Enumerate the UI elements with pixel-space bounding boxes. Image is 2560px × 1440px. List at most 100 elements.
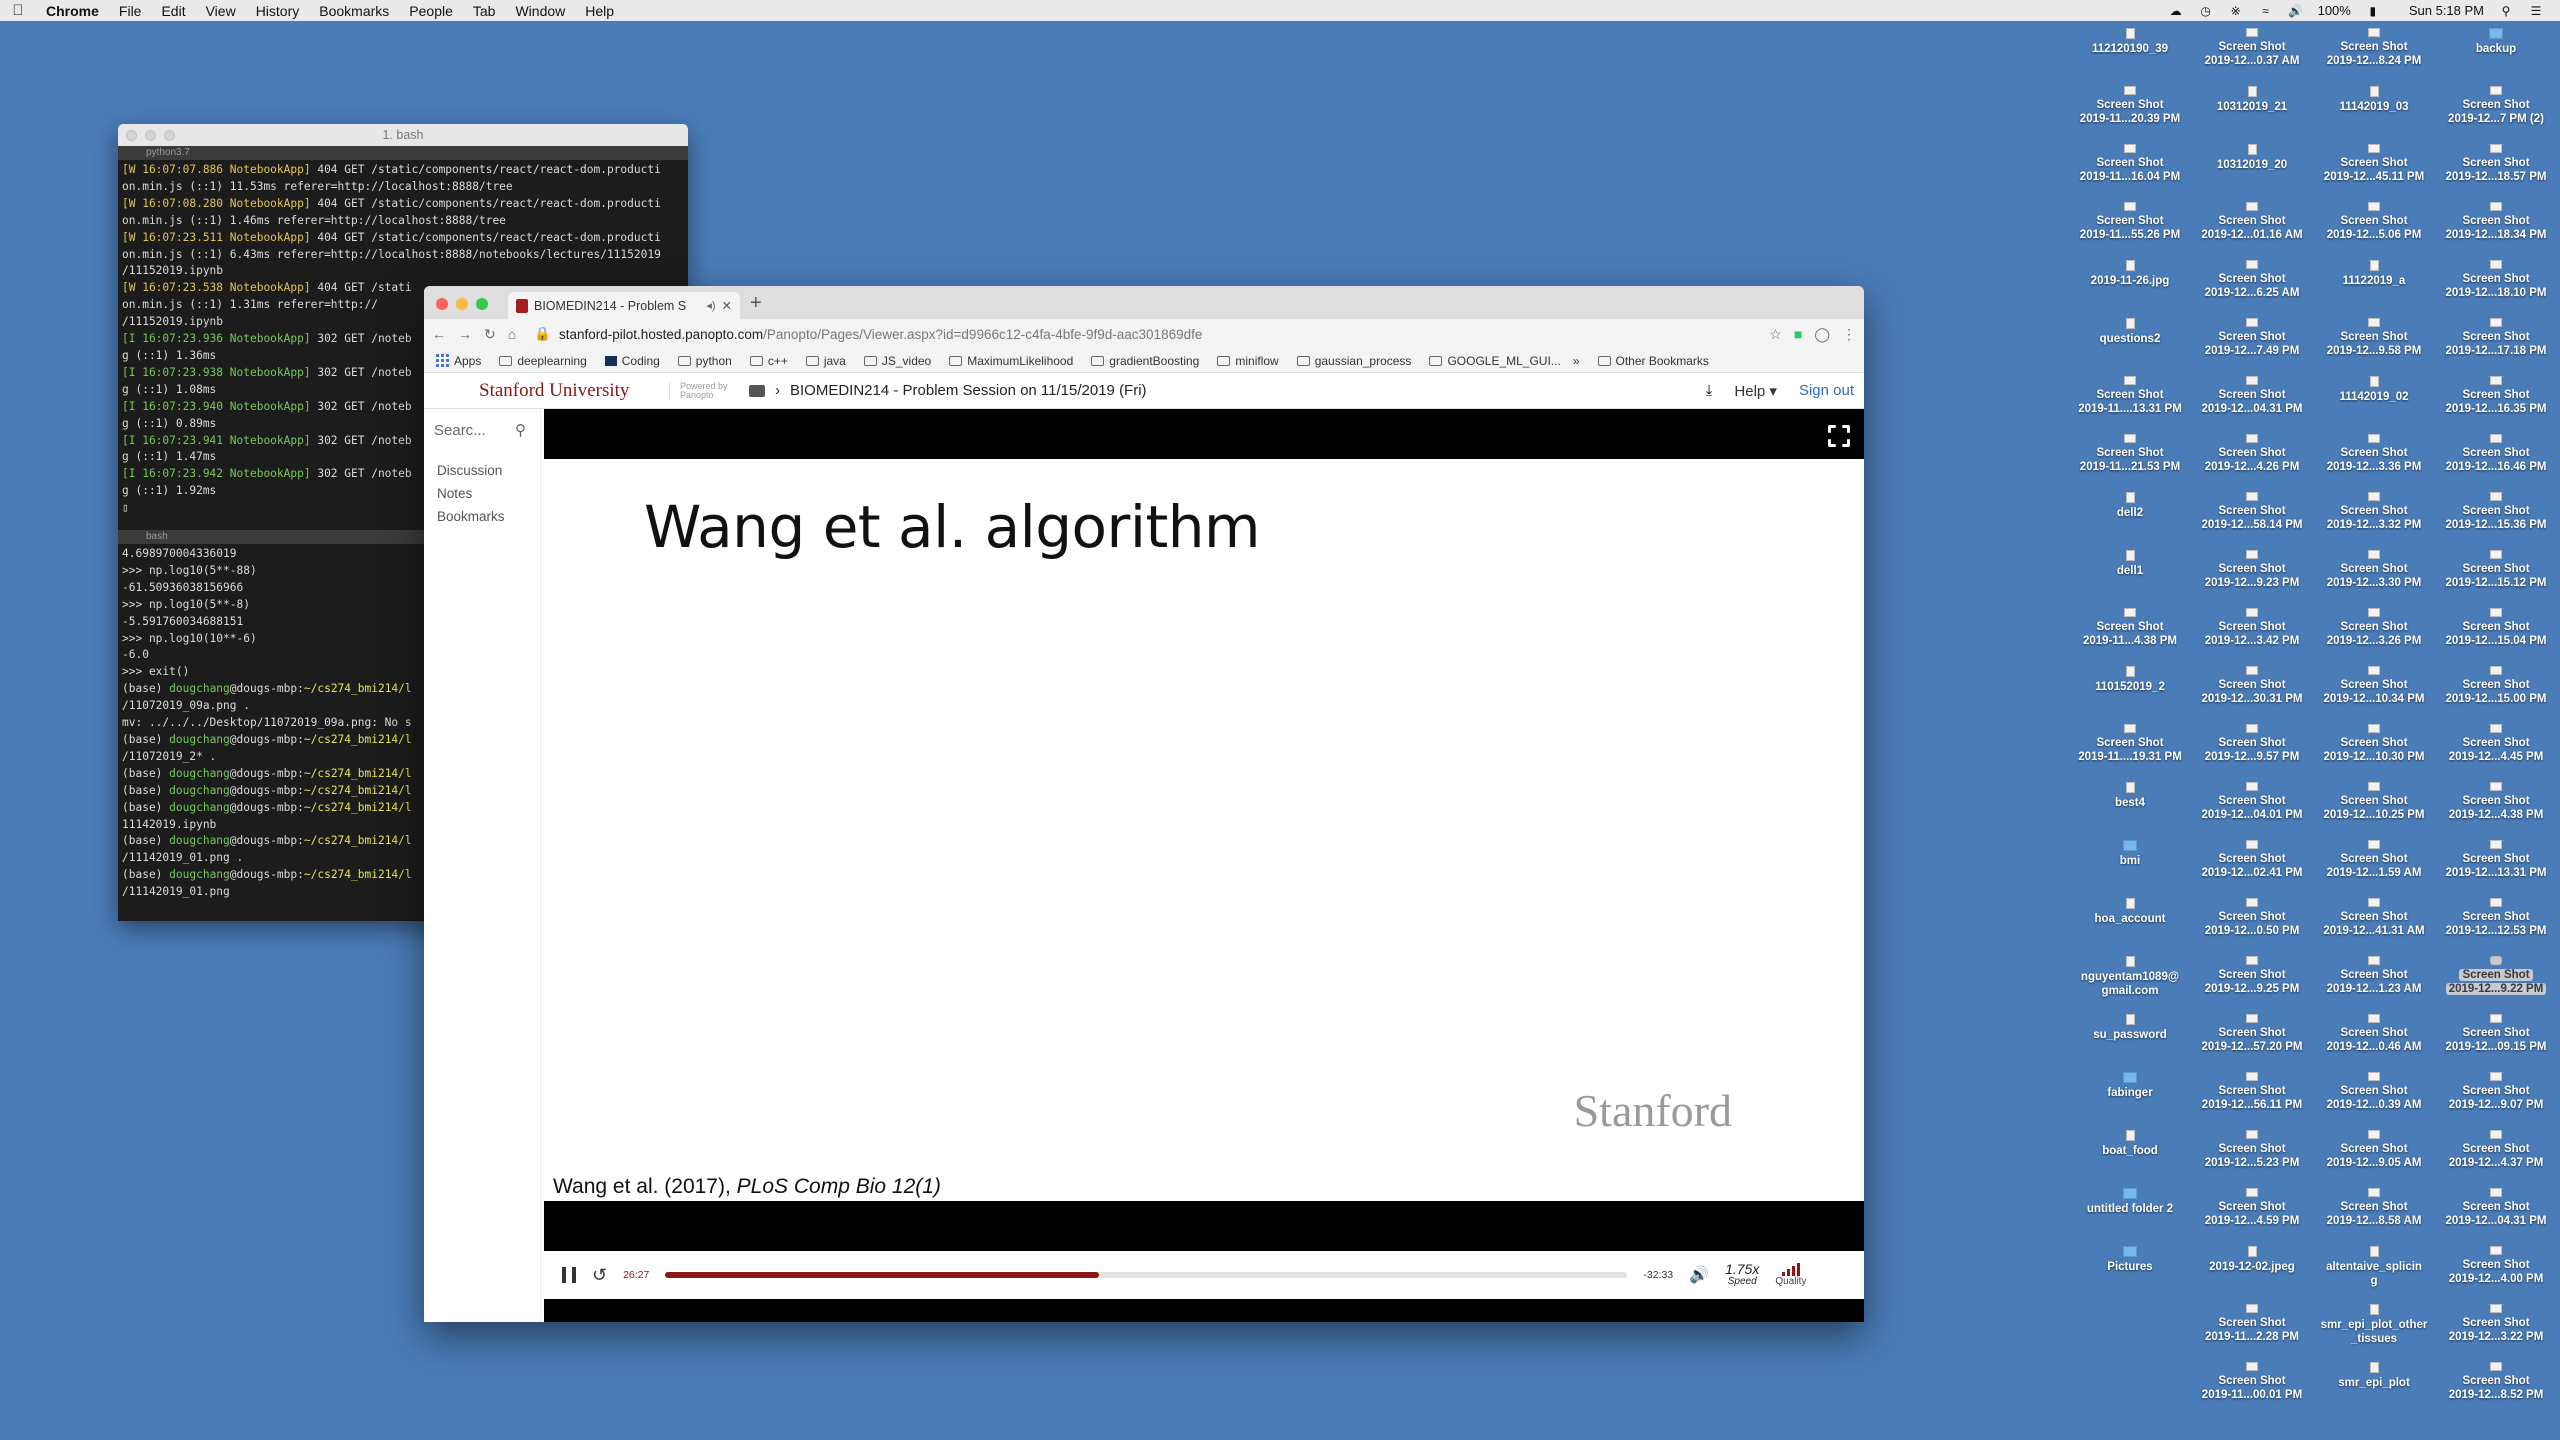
menu-people[interactable]: People: [399, 3, 463, 19]
desktop-file[interactable]: Screen Shot 2019-12...16.35 PM: [2435, 376, 2557, 416]
desktop-file[interactable]: Screen Shot 2019-12...0.39 AM: [2313, 1072, 2435, 1112]
desktop-file[interactable]: Screen Shot 2019-12...1.23 AM: [2313, 956, 2435, 996]
desktop-file[interactable]: Pictures: [2069, 1246, 2191, 1274]
stanford-university-logo[interactable]: Stanford University: [479, 380, 669, 402]
desktop-file[interactable]: 112120190_39: [2069, 28, 2191, 56]
desktop-file[interactable]: Screen Shot 2019-12...15.04 PM: [2435, 608, 2557, 648]
tab-bookmarks[interactable]: Bookmarks: [437, 505, 540, 528]
speed-button[interactable]: 1.75x Speed: [1725, 1262, 1759, 1288]
desktop-file[interactable]: Screen Shot 2019-12...02.41 PM: [2191, 840, 2313, 880]
search-input[interactable]: Searc...: [434, 422, 486, 439]
desktop-file[interactable]: untitled folder 2: [2069, 1188, 2191, 1216]
desktop-file[interactable]: 11142019_03: [2313, 86, 2435, 114]
bookmark-python[interactable]: python: [677, 354, 732, 368]
desktop-file[interactable]: dell2: [2069, 492, 2191, 520]
desktop-file[interactable]: 2019-11-26.jpg: [2069, 260, 2191, 288]
desktop-file[interactable]: Screen Shot 2019-12...3.42 PM: [2191, 608, 2313, 648]
desktop-file[interactable]: Screen Shot 2019-12...4.00 PM: [2435, 1246, 2557, 1286]
desktop-file[interactable]: Screen Shot 2019-12...9.05 AM: [2313, 1130, 2435, 1170]
desktop-file[interactable]: Screen Shot 2019-12...13.31 PM: [2435, 840, 2557, 880]
close-button[interactable]: [436, 298, 448, 310]
desktop-file[interactable]: Screen Shot 2019-12...5.23 PM: [2191, 1130, 2313, 1170]
desktop-file[interactable]: Screen Shot 2019-12...9.22 PM: [2435, 956, 2557, 996]
menu-help[interactable]: Help: [575, 3, 624, 19]
menu-tab[interactable]: Tab: [463, 3, 506, 19]
desktop-file[interactable]: Screen Shot 2019-12...57.20 PM: [2191, 1014, 2313, 1054]
audio-icon[interactable]: ◂): [706, 299, 715, 312]
desktop-file[interactable]: 110152019_2: [2069, 666, 2191, 694]
bookmark-js-video[interactable]: JS_video: [863, 354, 931, 368]
desktop-file[interactable]: Screen Shot 2019-12...56.11 PM: [2191, 1072, 2313, 1112]
desktop-file[interactable]: 10312019_21: [2191, 86, 2313, 114]
tab-discussion[interactable]: Discussion: [437, 459, 540, 482]
desktop-file[interactable]: Screen Shot 2019-12...41.31 AM: [2313, 898, 2435, 938]
desktop-file[interactable]: Screen Shot 2019-12...3.32 PM: [2313, 492, 2435, 532]
extension-icon[interactable]: ■: [1794, 326, 1802, 342]
minimize-button[interactable]: [456, 298, 468, 310]
bookmark-java[interactable]: java: [805, 354, 846, 368]
bookmark-google-ml-gui[interactable]: GOOGLE_ML_GUI...: [1429, 354, 1561, 368]
chrome-window[interactable]: BIOMEDIN214 - Problem S ◂) ✕ + ← → ↻ ⌂ 🔒…: [424, 286, 1864, 1322]
desktop-file[interactable]: Screen Shot 2019-11...20.39 PM: [2069, 86, 2191, 126]
progress-bar[interactable]: [665, 1272, 1628, 1278]
desktop-file[interactable]: Screen Shot 2019-12...0.50 PM: [2191, 898, 2313, 938]
desktop-file[interactable]: Screen Shot 2019-12...3.30 PM: [2313, 550, 2435, 590]
bookmarks-overflow-button[interactable]: »: [1573, 354, 1580, 368]
tab-close-icon[interactable]: ✕: [722, 298, 732, 313]
desktop-file[interactable]: boat_food: [2069, 1130, 2191, 1158]
desktop-file[interactable]: altentaive_splicin g: [2313, 1246, 2435, 1288]
desktop-file[interactable]: Screen Shot 2019-12...09.15 PM: [2435, 1014, 2557, 1054]
download-icon[interactable]: ⤓: [1706, 382, 1713, 399]
desktop-file[interactable]: Screen Shot 2019-12...04.31 PM: [2435, 1188, 2557, 1228]
menu-bookmarks[interactable]: Bookmarks: [309, 3, 399, 19]
desktop-file[interactable]: Screen Shot 2019-12...0.37 AM: [2191, 28, 2313, 68]
desktop-file[interactable]: Screen Shot 2019-12...4.59 PM: [2191, 1188, 2313, 1228]
desktop-file[interactable]: Screen Shot 2019-12...45.11 PM: [2313, 144, 2435, 184]
menu-view[interactable]: View: [196, 3, 246, 19]
desktop-file[interactable]: best4: [2069, 782, 2191, 810]
address-bar[interactable]: 🔒 stanford-pilot.hosted.panopto.com/Pano…: [534, 326, 1757, 342]
desktop-file[interactable]: Screen Shot 2019-12...1.59 AM: [2313, 840, 2435, 880]
desktop-file[interactable]: Screen Shot 2019-12...12.53 PM: [2435, 898, 2557, 938]
desktop-file[interactable]: Screen Shot 2019-12...4.37 PM: [2435, 1130, 2557, 1170]
bookmark-apps[interactable]: Apps: [436, 354, 481, 368]
desktop-file[interactable]: smr_epi_plot: [2313, 1362, 2435, 1390]
folder-icon[interactable]: [749, 384, 765, 397]
desktop-file[interactable]: Screen Shot 2019-12...8.24 PM: [2313, 28, 2435, 68]
desktop-file[interactable]: Screen Shot 2019-12...8.52 PM: [2435, 1362, 2557, 1402]
desktop-file[interactable]: Screen Shot 2019-12...9.58 PM: [2313, 318, 2435, 358]
minimize-button[interactable]: [145, 130, 156, 141]
desktop-file[interactable]: Screen Shot 2019-12...9.25 PM: [2191, 956, 2313, 996]
bookmark-cpp[interactable]: c++: [749, 354, 788, 368]
desktop-file[interactable]: Screen Shot 2019-11...00.01 PM: [2191, 1362, 2313, 1402]
desktop-file[interactable]: Screen Shot 2019-12...3.22 PM: [2435, 1304, 2557, 1344]
close-button[interactable]: [126, 130, 137, 141]
desktop-file[interactable]: Screen Shot 2019-12...01.16 AM: [2191, 202, 2313, 242]
forward-icon[interactable]: →: [458, 326, 472, 342]
desktop-file[interactable]: hoa_account: [2069, 898, 2191, 926]
battery-icon[interactable]: ▮: [2365, 4, 2381, 18]
apple-menu-icon[interactable]: : [0, 2, 36, 19]
desktop-file[interactable]: Screen Shot 2019-11...55.26 PM: [2069, 202, 2191, 242]
desktop-file[interactable]: Screen Shot 2019-12...4.45 PM: [2435, 724, 2557, 764]
desktop-file[interactable]: Screen Shot 2019-12...5.06 PM: [2313, 202, 2435, 242]
desktop-file[interactable]: Screen Shot 2019-12...8.58 AM: [2313, 1188, 2435, 1228]
volume-icon[interactable]: 🔊: [2288, 4, 2304, 18]
desktop-file[interactable]: smr_epi_plot_other _tissues: [2313, 1304, 2435, 1346]
notification-center-icon[interactable]: ☰: [2528, 4, 2544, 18]
volume-icon[interactable]: 🔊: [1689, 1265, 1709, 1285]
desktop-file[interactable]: 11122019_a: [2313, 260, 2435, 288]
desktop-file[interactable]: Screen Shot 2019-12...7.49 PM: [2191, 318, 2313, 358]
desktop-file[interactable]: Screen Shot 2019-12...7 PM (2): [2435, 86, 2557, 126]
desktop-file[interactable]: Screen Shot 2019-12...3.26 PM: [2313, 608, 2435, 648]
tab-notes[interactable]: Notes: [437, 482, 540, 505]
desktop-file[interactable]: Screen Shot 2019-12...9.07 PM: [2435, 1072, 2557, 1112]
zoom-button[interactable]: [476, 298, 488, 310]
desktop-file[interactable]: Screen Shot 2019-12...18.34 PM: [2435, 202, 2557, 242]
desktop-file[interactable]: Screen Shot 2019-12...3.36 PM: [2313, 434, 2435, 474]
desktop-file[interactable]: Screen Shot 2019-12...04.31 PM: [2191, 376, 2313, 416]
desktop-file[interactable]: Screen Shot 2019-12...18.10 PM: [2435, 260, 2557, 300]
bookmark-deeplearning[interactable]: deeplearning: [499, 354, 587, 368]
desktop-file[interactable]: Screen Shot 2019-12...4.38 PM: [2435, 782, 2557, 822]
desktop-file[interactable]: Screen Shot 2019-12...04.01 PM: [2191, 782, 2313, 822]
